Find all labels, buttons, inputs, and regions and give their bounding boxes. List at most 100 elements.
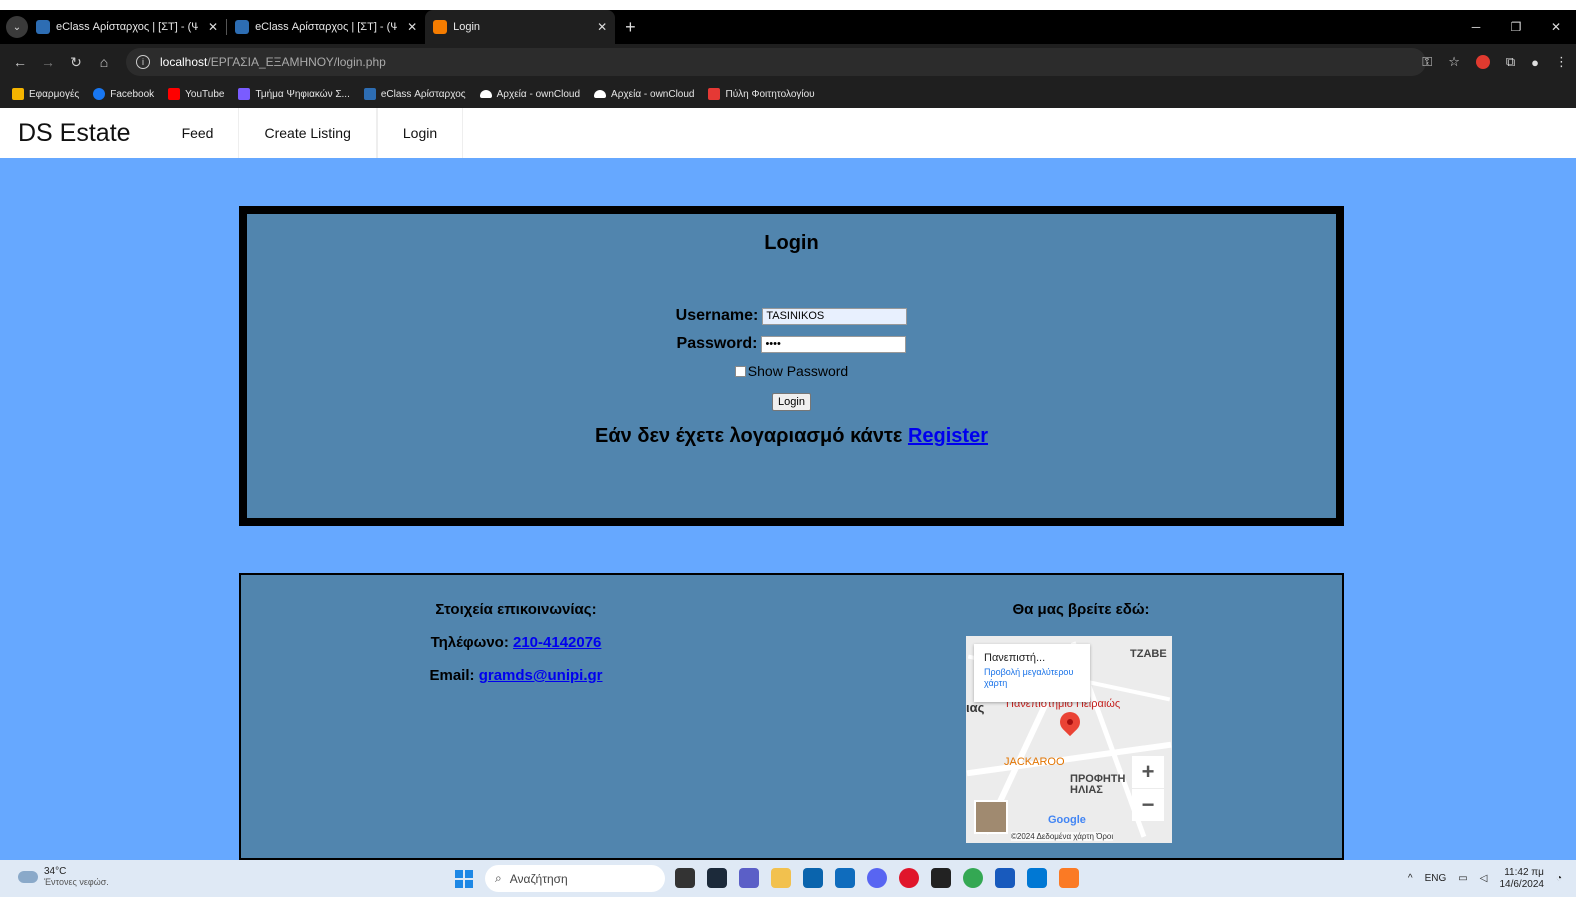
map-zoom-out-button[interactable]: − xyxy=(1132,789,1164,821)
screen-top-strip xyxy=(0,0,1576,10)
dept-logo-icon xyxy=(238,88,251,100)
browser-tab-bar: ⌄ eClass Αρίσταρχος | [ΣΤ] - (ΨΣ- ✕ eCla… xyxy=(0,10,1576,44)
bookmark-owncloud-1[interactable]: Αρχεία - ownCloud xyxy=(479,88,581,100)
bookmark-star-icon[interactable]: ☆ xyxy=(1448,54,1460,70)
cloud-icon xyxy=(479,90,492,98)
close-window-icon[interactable]: ✕ xyxy=(1536,20,1576,34)
notification-bell-icon[interactable]: ◔ xyxy=(1556,873,1562,884)
bookmark-label: Αρχεία - ownCloud xyxy=(496,88,581,100)
email-link[interactable]: gramds@unipi.gr xyxy=(479,667,603,684)
discord-icon[interactable] xyxy=(867,868,887,888)
tray-chevron-icon[interactable]: ^ xyxy=(1408,873,1413,884)
map-pin-icon[interactable] xyxy=(1055,707,1085,737)
clock[interactable]: 11:42 πμ 14/6/2024 xyxy=(1499,867,1544,891)
map-poi-label: JACKAROO xyxy=(1004,756,1065,768)
email-line: Email: gramds@unipi.gr xyxy=(391,667,641,684)
site-brand[interactable]: DS Estate xyxy=(18,119,131,148)
teams-icon[interactable] xyxy=(739,868,759,888)
contact-heading: Στοιχεία επικοινωνίας: xyxy=(435,601,597,618)
address-bar[interactable]: i localhost/ΕΡΓΑΣΙΑ_ΕΞΑΜΗΝΟΥ/login.php xyxy=(126,48,1426,76)
eclass-icon xyxy=(363,88,376,100)
map-zoom-in-button[interactable]: + xyxy=(1132,756,1164,788)
tab-close-icon[interactable]: ✕ xyxy=(407,20,417,34)
bookmark-youtube[interactable]: YouTube xyxy=(168,88,224,100)
username-label: Username: xyxy=(675,307,759,324)
map-partial-label: ιας xyxy=(966,700,985,715)
browser-tab-2[interactable]: eClass Αρίσταρχος | [ΣΤ] - (ΨΣ- ✕ xyxy=(227,10,425,44)
eclass-favicon-icon xyxy=(36,20,50,34)
register-prompt: Εάν δεν έχετε λογαριασμό κάντε Register xyxy=(247,425,1336,448)
username-input[interactable] xyxy=(762,307,908,325)
minimize-icon[interactable]: ─ xyxy=(1456,20,1496,34)
network-icon[interactable]: ▭ xyxy=(1458,873,1467,884)
login-submit-button[interactable]: Login xyxy=(772,393,811,411)
password-row: Password: xyxy=(247,335,1336,353)
new-tab-icon[interactable]: + xyxy=(625,17,636,38)
windows-start-icon[interactable] xyxy=(455,870,473,888)
weather-widget[interactable]: 34°C Έντονες νεφώσ. xyxy=(18,866,109,887)
chrome-icon[interactable] xyxy=(963,868,983,888)
extensions-puzzle-icon[interactable]: ⧉ xyxy=(1506,54,1515,70)
system-tray: ^ ENG ▭ ◁ 11:42 πμ 14/6/2024 ◔ xyxy=(1408,860,1562,897)
youtube-icon xyxy=(168,88,181,100)
file-explorer-icon[interactable] xyxy=(771,868,791,888)
tab-close-icon[interactable]: ✕ xyxy=(208,20,218,34)
restore-icon[interactable]: ❐ xyxy=(1496,20,1536,34)
mail-icon[interactable] xyxy=(803,868,823,888)
tab-title: eClass Αρίσταρχος | [ΣΤ] - (ΨΣ- xyxy=(255,21,398,33)
url-path: /ΕΡΓΑΣΙΑ_ΕΞΑΜΗΝΟΥ/login.php xyxy=(207,55,386,69)
home-icon[interactable]: ⌂ xyxy=(90,54,118,70)
nav-feed[interactable]: Feed xyxy=(157,108,239,158)
xampp-icon[interactable] xyxy=(1059,868,1079,888)
map-satellite-toggle[interactable] xyxy=(974,800,1008,834)
show-password-checkbox[interactable] xyxy=(734,365,746,377)
back-arrow-icon[interactable]: ← xyxy=(6,54,34,70)
tab-close-icon[interactable]: ✕ xyxy=(597,20,607,34)
nav-create-listing[interactable]: Create Listing xyxy=(238,108,377,158)
bookmark-student-portal[interactable]: Πύλη Φοιτητολογίου xyxy=(708,88,815,100)
bookmark-dept[interactable]: Τμήμα Ψηφιακών Σ... xyxy=(238,88,350,100)
bookmark-owncloud-2[interactable]: Αρχεία - ownCloud xyxy=(594,89,694,100)
league-app-icon[interactable] xyxy=(707,868,727,888)
reload-icon[interactable]: ↻ xyxy=(62,54,90,71)
browser-menu-icon[interactable]: ⋮ xyxy=(1555,54,1568,70)
site-info-icon[interactable]: i xyxy=(136,55,150,69)
task-view-icon[interactable] xyxy=(675,868,695,888)
tab-search-chevron-icon[interactable]: ⌄ xyxy=(6,16,28,38)
bookmark-label: Facebook xyxy=(110,88,155,100)
forward-arrow-icon[interactable]: → xyxy=(34,54,62,70)
contact-info: Στοιχεία επικοινωνίας: Τηλέφωνο: 210-414… xyxy=(391,601,641,700)
store-icon[interactable] xyxy=(835,868,855,888)
phone-link[interactable]: 210-4142076 xyxy=(513,634,601,651)
password-key-icon[interactable]: ⚿ xyxy=(1422,54,1432,70)
word-icon[interactable] xyxy=(995,868,1015,888)
browser-tab-login[interactable]: Login ✕ xyxy=(425,10,616,44)
register-link[interactable]: Register xyxy=(908,425,988,447)
taskbar-search[interactable]: ⌕ Αναζήτηση xyxy=(485,865,665,892)
browser-toolbar: ← → ↻ ⌂ i localhost/ΕΡΓΑΣΙΑ_ΕΞΑΜΗΝΟΥ/log… xyxy=(0,44,1576,80)
profile-avatar-icon[interactable]: ● xyxy=(1531,55,1539,70)
language-indicator[interactable]: ENG xyxy=(1425,873,1447,884)
tab-title: Login xyxy=(453,21,481,33)
bookmark-apps[interactable]: Εφαρμογές xyxy=(12,88,79,100)
volume-icon[interactable]: ◁ xyxy=(1480,873,1488,884)
bookmark-label: Εφαρμογές xyxy=(29,88,80,100)
nav-login[interactable]: Login xyxy=(376,108,464,158)
app-icon[interactable] xyxy=(931,868,951,888)
vscode-icon[interactable] xyxy=(1027,868,1047,888)
opera-icon[interactable] xyxy=(899,868,919,888)
bookmark-facebook[interactable]: Facebook xyxy=(93,88,154,100)
tab-title: eClass Αρίσταρχος | [ΣΤ] - (ΨΣ- xyxy=(56,21,198,33)
windows-taskbar: 34°C Έντονες νεφώσ. ⌕ Αναζήτηση ^ ENG ▭ … xyxy=(0,860,1576,897)
contact-footer: Στοιχεία επικοινωνίας: Τηλέφωνο: 210-414… xyxy=(239,573,1344,860)
extension-opera-icon[interactable] xyxy=(1475,55,1490,69)
login-heading: Login xyxy=(764,232,819,254)
bookmark-eclass[interactable]: eClass Αρίσταρχος xyxy=(363,88,466,100)
password-input[interactable] xyxy=(761,335,907,353)
embedded-map[interactable]: ΤΖΑΒΕ ιας Πανεπιστήμιο Πειραιώς JACKAROO… xyxy=(966,636,1172,843)
browser-tab-1[interactable]: eClass Αρίσταρχος | [ΣΤ] - (ΨΣ- ✕ xyxy=(28,10,226,44)
map-larger-link[interactable]: Προβολή μεγαλύτερου χάρτη xyxy=(984,667,1080,689)
taskbar-apps xyxy=(675,868,1079,888)
url-host: localhost xyxy=(160,55,208,69)
portal-icon xyxy=(708,88,721,100)
